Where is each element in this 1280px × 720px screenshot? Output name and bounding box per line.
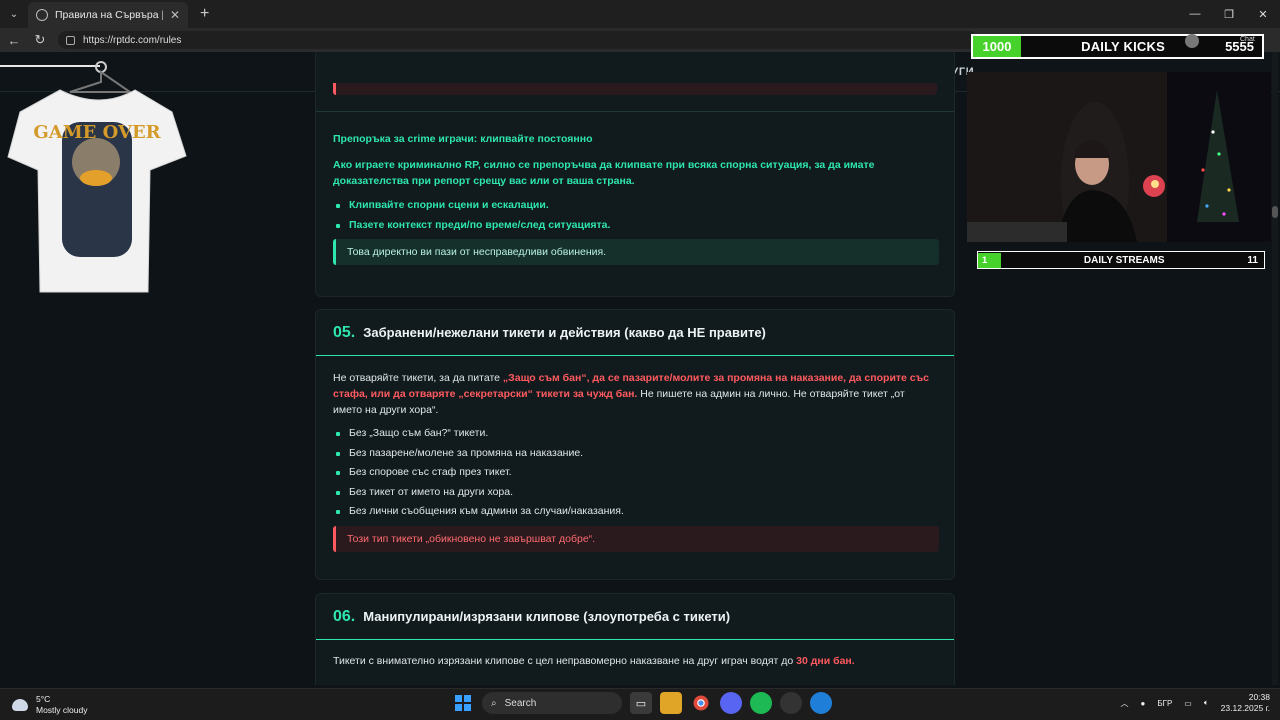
text-span: Не отваряйте тикети, за да питате [333, 372, 503, 384]
back-arrow-icon[interactable]: ← [2, 33, 26, 48]
tab-title: Правила на Сървъра | TDC Roleplay [55, 9, 163, 21]
tshirt-image: GAME OVER [0, 61, 187, 293]
shirt-print-text: GAME OVER [33, 122, 161, 143]
tshirt-merch-overlay: GAME OVER [0, 52, 200, 302]
protection-note: Това директно ви пази от несправедливи о… [333, 239, 939, 265]
taskbar-apps: ⌕ Search ▭ [452, 692, 832, 714]
site-info-icon[interactable] [66, 35, 75, 45]
section-header: 06. Манипулирани/изрязани клипове (злоуп… [316, 594, 954, 640]
weather-widget[interactable]: 5°C Mostly cloudy [12, 694, 88, 716]
windows-start-icon[interactable] [452, 692, 474, 714]
edge-icon[interactable] [810, 692, 832, 714]
task-view-icon[interactable]: ▭ [630, 692, 652, 714]
refresh-icon[interactable]: ↻ [28, 32, 52, 48]
weather-desc: Mostly cloudy [36, 705, 88, 715]
daily-kicks-goal: 1000 DAILY KICKS 5555 [971, 34, 1264, 59]
crime-paragraph: Ако играете криминално RP, силно се преп… [333, 159, 875, 187]
streams-level: 1 [978, 252, 1001, 268]
webcam-feed [967, 72, 1271, 242]
warning-note: Този тип тикети „обикновено не завършват… [333, 525, 939, 552]
rules-card-06: 06. Манипулирани/изрязани клипове (злоуп… [315, 593, 955, 685]
avatar[interactable] [1185, 34, 1199, 48]
section-number: 05. [333, 323, 356, 341]
chrome-icon[interactable] [690, 692, 712, 714]
section-title: Манипулирани/изрязани клипове (злоупотре… [363, 609, 731, 624]
daily-streams-goal: 1 DAILY STREAMS 11 [977, 251, 1265, 269]
tab-menu-chevron-icon[interactable]: ⌄ [0, 0, 28, 28]
crime-bullets: Клипвайте спорни сцени и ескалации. Пазе… [333, 196, 933, 235]
taskbar-search[interactable]: ⌕ Search [482, 692, 622, 714]
rules-card-05: 05. Забранени/нежелани тикети и действия… [315, 309, 955, 580]
section-paragraph: Не отваряйте тикети, за да питате „Защо … [333, 370, 933, 418]
divider [316, 111, 954, 112]
new-tab-button[interactable]: + [200, 5, 209, 23]
list-item: Без „Защо съм бан?“ тикети. [333, 424, 933, 444]
streams-value: 11 [1247, 254, 1258, 266]
globe-icon [36, 9, 48, 21]
taskbar: 5°C Mostly cloudy ⌕ Search ▭ ︿ ● БГР ▭ 🔈… [0, 688, 1280, 720]
steam-icon[interactable] [780, 692, 802, 714]
cloud-icon [12, 699, 28, 711]
forbidden-list: Без „Защо съм бан?“ тикети. Без пазарене… [333, 424, 933, 522]
section-title: Забранени/нежелани тикети и действия (ка… [363, 325, 766, 340]
list-item: Без лични съобщения към админи за случаи… [333, 502, 933, 522]
volume-icon[interactable]: 🔈︎ [1204, 698, 1209, 708]
highlight-text: 30 дни бан. [796, 655, 855, 667]
chat-label[interactable]: Chat [1240, 36, 1255, 43]
system-tray: ︿ ● БГР ▭ 🔈︎ 20:38 23.12.2025 г. [1121, 692, 1270, 714]
search-icon: ⌕ [491, 697, 497, 709]
tray-chevron-icon[interactable]: ︿ [1121, 698, 1129, 709]
text-span: Тикети с внимателно изрязани клипове с ц… [333, 655, 797, 667]
browser-tabstrip: ⌄ Правила на Сървъра | TDC Roleplay ✕ + … [0, 0, 1280, 28]
weather-temp: 5°C [36, 694, 51, 704]
close-tab-icon[interactable]: ✕ [170, 8, 180, 22]
restore-icon[interactable]: ❐ [1212, 0, 1246, 28]
clock[interactable]: 20:38 23.12.2025 г. [1221, 692, 1270, 714]
language-indicator[interactable]: БГР [1157, 699, 1172, 708]
section-header: 05. Забранени/нежелани тикети и действия… [316, 310, 954, 356]
search-label: Search [504, 697, 537, 709]
clock-date: 23.12.2025 г. [1220, 703, 1270, 713]
clock-time: 20:38 [1248, 692, 1270, 702]
list-item: Без тикет от името на други хора. [333, 483, 933, 503]
url-field[interactable]: https://rptdc.com/rules [58, 31, 978, 49]
section-paragraph: Тикети с внимателно изрязани клипове с ц… [333, 653, 933, 669]
discord-icon[interactable] [720, 692, 742, 714]
minimize-icon[interactable]: — [1178, 0, 1212, 28]
scrollbar-thumb[interactable] [1272, 206, 1278, 218]
streams-label: DAILY STREAMS [1083, 254, 1165, 266]
close-window-icon[interactable]: ✕ [1246, 0, 1280, 28]
url-text: https://rptdc.com/rules [83, 34, 182, 46]
webcam-image [967, 72, 1271, 242]
network-icon[interactable]: ▭ [1184, 699, 1192, 708]
list-item: Без спорове със стаф през тикет. [333, 463, 933, 483]
previous-warning-note [333, 83, 937, 95]
microphone-icon[interactable]: ● [1141, 699, 1146, 708]
browser-tab[interactable]: Правила на Сървъра | TDC Roleplay ✕ [28, 2, 188, 28]
spotify-icon[interactable] [750, 692, 772, 714]
crime-heading: Препоръка за crime играчи: клипвайте пос… [333, 133, 593, 145]
file-explorer-icon[interactable] [660, 692, 682, 714]
list-item: Клипвайте спорни сцени и ескалации. [333, 196, 933, 216]
list-item: Пазете контекст преди/по време/след ситу… [333, 216, 933, 236]
kicks-level: 1000 [973, 36, 1021, 57]
page-scrollbar[interactable] [1272, 52, 1278, 685]
window-controls: — ❐ ✕ [1178, 0, 1280, 28]
section-number: 06. [333, 607, 356, 625]
rules-card-04: Препоръка за crime играчи: клипвайте пос… [315, 52, 955, 297]
list-item: Без пазарене/молене за промяна на наказа… [333, 444, 933, 464]
